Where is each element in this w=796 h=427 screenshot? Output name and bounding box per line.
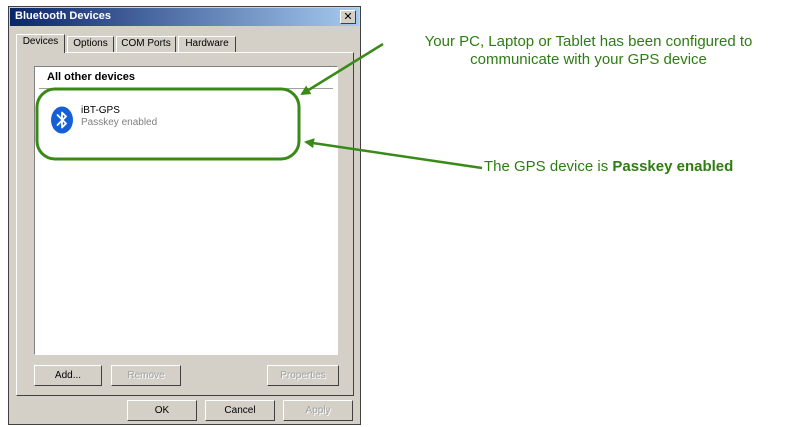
passkey-annotation: The GPS device is Passkey enabled (484, 158, 733, 176)
tab-devices[interactable]: Devices (16, 34, 65, 53)
configured-annotation: Your PC, Laptop or Tablet has been confi… (386, 33, 791, 69)
configured-arrow (300, 42, 384, 96)
passkey-annotation-emphasis: Passkey enabled (612, 158, 734, 175)
configured-annotation-line2: communicate with your GPS device (470, 51, 707, 68)
passkey-annotation-prefix: The GPS device is (484, 158, 613, 175)
device-highlight-outline (35, 87, 301, 161)
configured-annotation-line1: Your PC, Laptop or Tablet has been confi… (424, 33, 753, 50)
passkey-arrow (304, 138, 483, 170)
